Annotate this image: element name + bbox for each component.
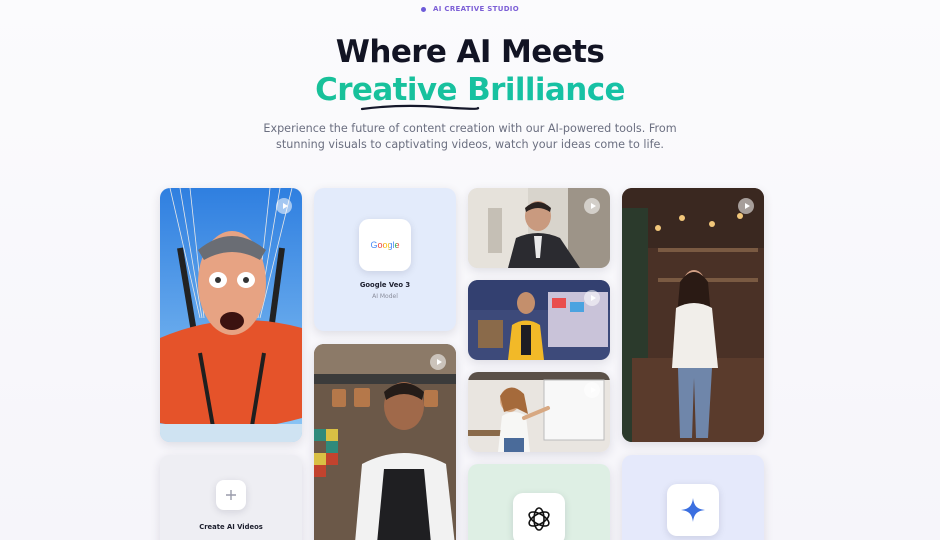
sparkle-icon (667, 484, 719, 536)
video-card-skydiver[interactable] (160, 188, 302, 442)
video-card-whiteboard[interactable] (468, 372, 610, 452)
video-card-office-man[interactable] (468, 188, 610, 268)
openai-icon (513, 493, 565, 540)
google-veo-tile[interactable]: Google Google Veo 3 AI Model (314, 188, 456, 331)
create-ai-videos-tile[interactable]: Create AI Videos (160, 455, 302, 540)
openai-tile[interactable] (468, 464, 610, 540)
video-card-cafe[interactable] (622, 188, 764, 442)
play-icon[interactable] (430, 354, 446, 370)
google-veo-title: Google Veo 3 (359, 281, 411, 289)
chef-image (314, 344, 456, 540)
hero-subtitle: Experience the future of content creatio… (263, 122, 677, 151)
play-icon[interactable] (738, 198, 754, 214)
hero-title-line1: Where AI Meets (335, 34, 605, 70)
video-card-chef[interactable] (314, 344, 456, 540)
play-icon[interactable] (276, 198, 292, 214)
play-icon[interactable] (584, 382, 600, 398)
google-veo-subtitle: AI Model (372, 293, 398, 300)
badge-label: AI CREATIVE STUDIO (433, 5, 519, 13)
video-card-presenter[interactable] (468, 280, 610, 360)
play-icon[interactable] (584, 198, 600, 214)
create-ai-videos-title: Create AI Videos (199, 523, 263, 531)
skydiver-image (160, 188, 302, 442)
badge-dot-icon (421, 6, 427, 12)
plus-icon (216, 480, 246, 510)
cafe-image (622, 188, 764, 442)
underline-swoosh-icon (360, 104, 480, 111)
studio-badge: AI CREATIVE STUDIO (0, 5, 940, 13)
google-logo: Google (359, 219, 411, 271)
gemini-tile[interactable] (622, 455, 764, 540)
google-logo-text: Google (370, 240, 400, 250)
play-icon[interactable] (584, 290, 600, 306)
